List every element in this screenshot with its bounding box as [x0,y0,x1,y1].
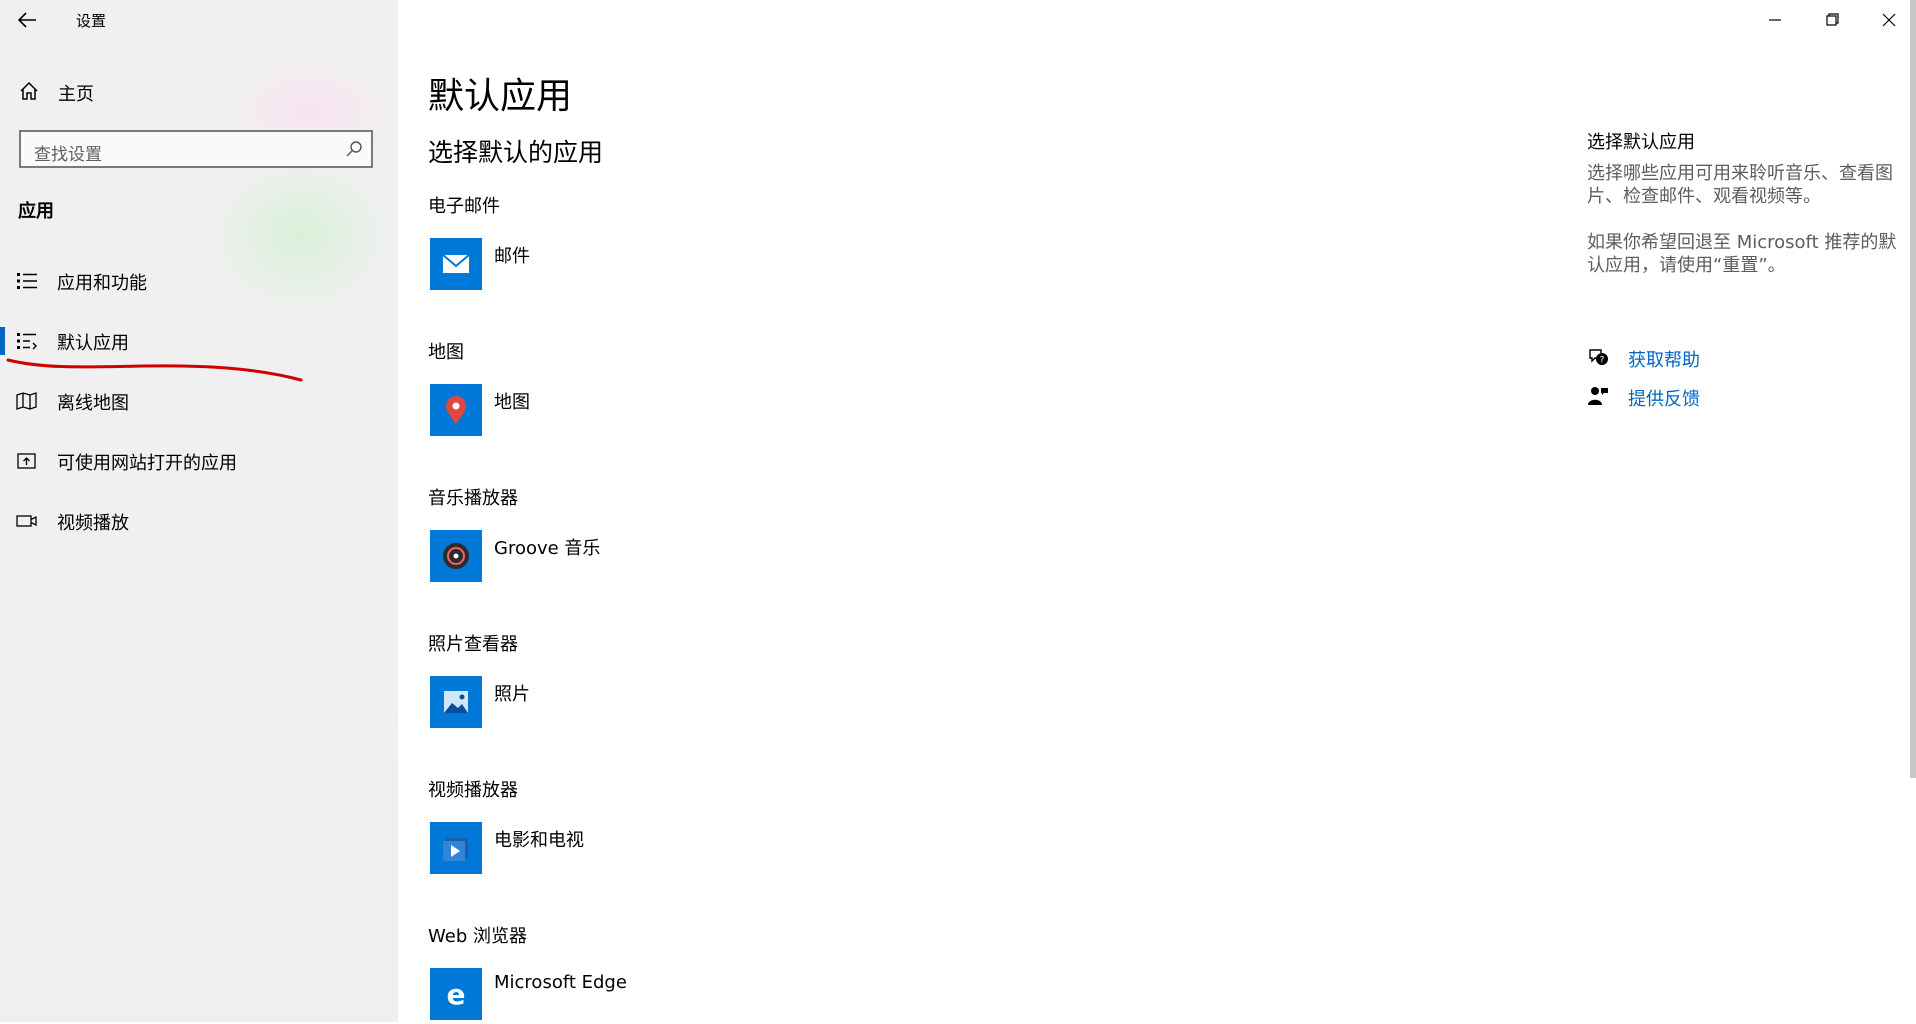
sidebar-item-label: 视频播放 [57,513,129,534]
home-link[interactable]: 主页 [58,80,94,106]
sidebar: 设置 主页 查找设置 应用 应用和功能 默认应用 离线地图 可使用网站打开的应用… [0,0,398,1022]
give-feedback-link[interactable]: 提供反馈 [1628,385,1700,411]
svg-text:e: e [447,978,466,1011]
sidebar-item-apps-features[interactable]: 应用和功能 [0,259,398,303]
feedback-icon[interactable] [1587,385,1609,407]
app-name-maps[interactable]: 地图 [494,388,530,414]
get-help-icon[interactable]: ? [1587,346,1609,368]
app-name-browser[interactable]: Microsoft Edge [494,972,627,993]
open-with-website-icon [17,453,36,469]
mail-icon [430,238,482,290]
app-name-video[interactable]: 电影和电视 [494,826,584,852]
photos-icon [430,676,482,728]
default-maps-app-button[interactable] [430,384,482,436]
category-label-music: 音乐播放器 [428,488,518,509]
movies-tv-icon [430,822,482,874]
sidebar-item-label: 默认应用 [57,333,129,354]
svg-text:?: ? [1600,356,1605,366]
category-label-browser: Web 浏览器 [428,926,527,947]
page-title: 默认应用 [428,76,573,117]
home-icon[interactable] [18,80,40,102]
help-description-2-line-2: 认应用，请使用“重置”。 [1587,255,1786,276]
default-video-app-button[interactable] [430,822,482,874]
help-panel-title: 选择默认应用 [1587,132,1695,153]
category-label-maps: 地图 [428,342,464,363]
section-title: 应用 [18,201,54,222]
default-browser-app-button[interactable]: e [430,968,482,1020]
default-photos-app-button[interactable] [430,676,482,728]
app-name-email[interactable]: 邮件 [494,242,530,268]
selection-indicator [0,327,5,355]
video-playback-icon [16,515,37,527]
apps-list-icon [17,273,37,289]
app-name-music[interactable]: Groove 音乐 [494,534,600,560]
default-apps-icon [17,333,37,350]
sidebar-item-default-apps[interactable]: 默认应用 [0,319,398,363]
offline-map-icon [16,392,37,410]
window-title: 设置 [76,12,107,30]
get-help-link[interactable]: 获取帮助 [1628,346,1700,372]
default-email-app-button[interactable] [430,238,482,290]
restore-icon[interactable] [1812,6,1852,34]
close-icon[interactable] [1869,6,1909,34]
groove-music-icon [430,530,482,582]
category-label-photos: 照片查看器 [428,634,518,655]
sidebar-item-offline-maps[interactable]: 离线地图 [0,379,398,423]
help-description-2-line-1: 如果你希望回退至 Microsoft 推荐的默 [1587,232,1897,253]
minimize-icon[interactable] [1755,6,1795,34]
app-name-photos[interactable]: 照片 [494,680,530,706]
category-label-video: 视频播放器 [428,780,518,801]
back-arrow-icon[interactable] [14,8,42,32]
maps-icon [430,384,482,436]
sidebar-item-label: 应用和功能 [57,273,147,294]
sidebar-item-apps-for-websites[interactable]: 可使用网站打开的应用 [0,439,398,483]
sidebar-item-video-playback[interactable]: 视频播放 [0,499,398,543]
default-music-app-button[interactable] [430,530,482,582]
category-label-email: 电子邮件 [428,196,500,217]
help-description-2: 如果你希望回退至 Microsoft 推荐的默 认应用，请使用“重置”。 [1587,231,1907,277]
section-subtitle: 选择默认的应用 [428,138,604,167]
help-description-1-line-1: 选择哪些应用可用来聆听音乐、查看图 [1587,163,1893,184]
edge-icon: e [430,968,482,1020]
scrollbar[interactable] [1910,0,1916,778]
sidebar-item-label: 离线地图 [57,393,129,414]
search-input[interactable]: 查找设置 [19,130,373,168]
help-description-1-line-2: 片、检查邮件、观看视频等。 [1587,186,1821,207]
sidebar-item-label: 可使用网站打开的应用 [57,453,237,474]
help-description-1: 选择哪些应用可用来聆听音乐、查看图 片、检查邮件、观看视频等。 [1587,162,1907,208]
search-placeholder: 查找设置 [34,145,102,165]
search-icon[interactable] [345,140,363,158]
